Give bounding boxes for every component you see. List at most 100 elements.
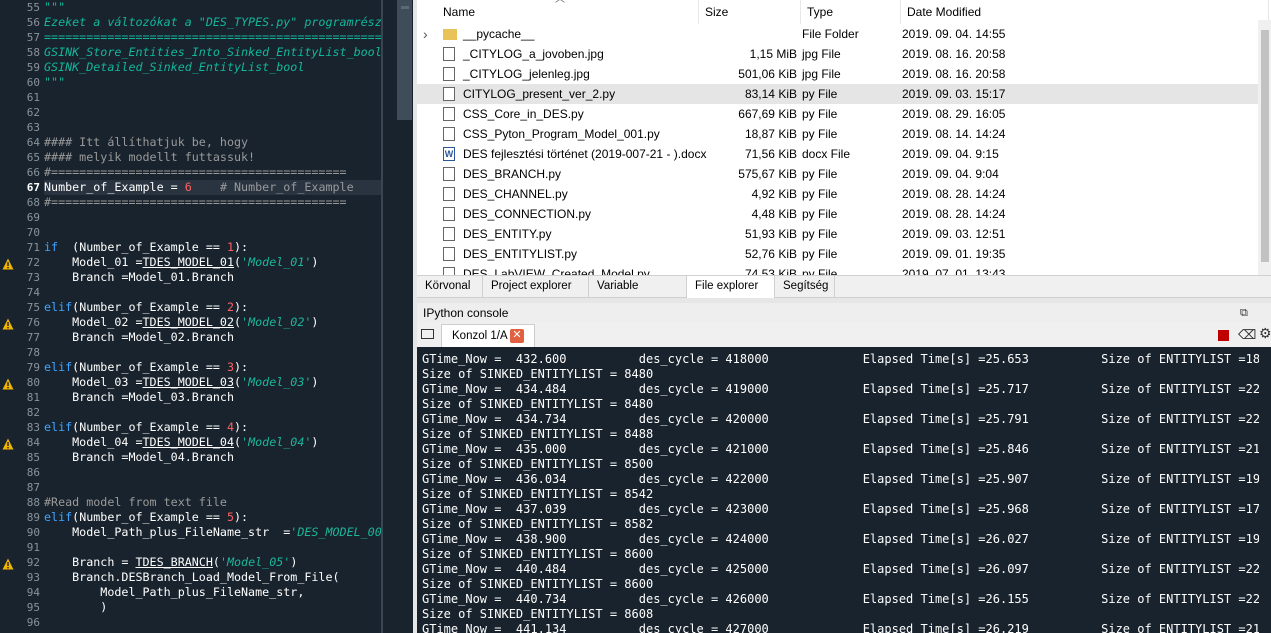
python-file-icon — [443, 127, 455, 141]
file-row[interactable]: DES_LabVIEW_Created_Model.py 74,53 KiB py … — [417, 264, 1269, 275]
file-row[interactable]: DES_CONNECTION.py 4,48 KiB py File 2019. 08… — [417, 204, 1269, 224]
code-line[interactable]: Branch =Model_04.Branch — [44, 450, 234, 465]
python-file-icon — [443, 107, 455, 121]
file-size: 4,48 KiB — [751, 207, 797, 221]
console-line: Size of SINKED_ENTITYLIST = 8582 — [422, 517, 654, 531]
code-line[interactable]: #Read model from text file — [44, 495, 227, 510]
file-row[interactable]: CSS_Pyton_Program_Model_001.py 18,87 KiB p… — [417, 124, 1269, 144]
code-line[interactable]: Branch = TDES_BRANCH('Model_05') — [44, 555, 297, 570]
code-line[interactable]: Model_01 =TDES_MODEL_01('Model_01') — [44, 255, 318, 270]
file-row[interactable]: DES_ENTITYLIST.py 52,76 KiB py File 2019. 0… — [417, 244, 1269, 264]
code-line[interactable]: Model_Path_plus_FileName_str, — [44, 585, 304, 600]
code-line[interactable]: Model_04 =TDES_MODEL_04('Model_04') — [44, 435, 318, 450]
file-row[interactable]: CSS_Core_in_DES.py 667,69 KiB py File 2019.… — [417, 104, 1269, 124]
code-token: GSINK_Store_Entities_Into_Sinked_EntityL… — [44, 45, 382, 59]
file-row[interactable]: DES_CHANNEL.py 4,92 KiB py File 2019. 08. 2… — [417, 184, 1269, 204]
code-line[interactable]: Model_Path_plus_FileName_str ='DES_MODEL… — [44, 525, 382, 540]
code-line[interactable]: elif(Number_of_Example == 5): — [44, 510, 248, 525]
expand-chevron-icon[interactable]: › — [423, 24, 428, 44]
explorer-scrollbar-thumb[interactable] — [1261, 30, 1269, 262]
code-token: #### Itt állíthatjuk be, hogy — [44, 135, 249, 149]
warning-icon[interactable] — [2, 317, 14, 330]
file-name: _CITYLOG_jelenleg.jpg — [463, 67, 590, 81]
console-tab[interactable]: Konzol 1/A ✕ — [441, 324, 535, 347]
code-token: if — [44, 240, 59, 254]
code-line[interactable]: Ezeket a változókat a "DES_TYPES.py" pro… — [44, 15, 382, 30]
file-type: py File — [802, 247, 838, 261]
code-line[interactable]: ========================================… — [44, 30, 410, 45]
code-token: (Number_of_Example == — [72, 300, 227, 314]
code-editor[interactable]: 55 56 57 58 59 60 61 62 63 64 65 66 67 68 69 70 71 72 73 74… — [0, 0, 413, 633]
image-file-icon — [443, 47, 455, 61]
pane-tab[interactable]: Körvonal — [417, 276, 483, 298]
warning-icon[interactable] — [2, 437, 14, 450]
stop-icon[interactable] — [1218, 330, 1229, 341]
gear-icon[interactable]: ⚙ — [1259, 325, 1271, 342]
console-tab-bar: Konzol 1/A ✕ ⌫ ⚙ — [417, 323, 1271, 347]
file-row[interactable]: CITYLOG_present_ver_2.py 83,14 KiB py File… — [417, 84, 1269, 104]
code-line[interactable]: """ — [44, 75, 65, 90]
code-line[interactable]: #### Itt állíthatjuk be, hogy — [44, 135, 248, 150]
file-row[interactable]: DES_BRANCH.py 575,67 KiB py File 2019. 09. … — [417, 164, 1269, 184]
console-output[interactable]: GTime_Now = 432.600 des_cycle = 418000 E… — [417, 347, 1271, 633]
warning-icon[interactable] — [2, 557, 14, 570]
code-line[interactable]: elif(Number_of_Example == 4): — [44, 420, 248, 435]
console-line: GTime_Now = 434.734 des_cycle = 420000 E… — [422, 412, 1268, 426]
pane-tab[interactable]: Variable explorer — [589, 276, 687, 313]
code-line[interactable]: #### melyik modellt futtassuk! — [44, 150, 255, 165]
warning-icon[interactable] — [2, 257, 14, 270]
pane-tab[interactable]: Project explorer — [483, 276, 589, 298]
code-line[interactable]: """ — [44, 0, 65, 15]
code-token: ) — [311, 375, 319, 389]
code-line[interactable]: GSINK_Detailed_Sinked_EntityList_bool — [44, 60, 304, 75]
console-scrollbar[interactable] — [1259, 347, 1271, 633]
code-token: Branch = — [44, 555, 136, 569]
code-token: TDES_MODEL_04 — [142, 435, 234, 449]
column-header-type[interactable]: Type — [801, 0, 901, 24]
warning-icon[interactable] — [2, 377, 14, 390]
ipython-console-title: IPython console — [423, 306, 509, 320]
file-name: DES_CHANNEL.py — [463, 187, 568, 201]
code-line[interactable]: Branch =Model_03.Branch — [44, 390, 234, 405]
pane-tab-bar: KörvonalProject explorerVariable explore… — [417, 275, 1271, 313]
line-number: 74 — [26, 286, 40, 299]
open-folder-icon[interactable] — [421, 329, 434, 339]
file-row[interactable]: W DES fejlesztési történet (2019-007-21 -… — [417, 144, 1269, 164]
file-row[interactable]: _CITYLOG_jelenleg.jpg 501,06 KiB jpg File 2… — [417, 64, 1269, 84]
console-line: GTime_Now = 432.600 des_cycle = 418000 E… — [422, 352, 1268, 366]
file-size: 1,15 MiB — [749, 47, 797, 61]
code-line[interactable]: elif(Number_of_Example == 2): — [44, 300, 248, 315]
editor-scrollbar-thumb[interactable] — [397, 0, 412, 120]
file-row[interactable]: _CITYLOG_a_jovoben.jpg 1,15 MiB jpg File 20… — [417, 44, 1269, 64]
column-header-name[interactable]: Name ︿ — [437, 0, 699, 24]
code-line[interactable]: elif(Number_of_Example == 3): — [44, 360, 248, 375]
close-tab-icon[interactable]: ✕ — [510, 329, 524, 343]
code-token: Branch =Model_01.Branch — [44, 270, 234, 284]
code-token: Model_02 = — [44, 315, 143, 329]
clear-console-icon[interactable]: ⌫ — [1238, 327, 1256, 343]
code-line[interactable]: ) — [44, 600, 107, 615]
code-token: elif — [44, 420, 73, 434]
column-header-date[interactable]: Date Modified — [901, 0, 1269, 24]
console-line: GTime_Now = 435.000 des_cycle = 421000 E… — [422, 442, 1268, 456]
file-row[interactable]: DES_ENTITY.py 51,93 KiB py File 2019. 09. 0… — [417, 224, 1269, 244]
file-name: _CITYLOG_a_jovoben.jpg — [463, 47, 604, 61]
code-line[interactable]: GSINK_Store_Entities_Into_Sinked_EntityL… — [44, 45, 382, 60]
code-line[interactable]: #=======================================… — [44, 165, 347, 180]
code-line[interactable]: Model_02 =TDES_MODEL_02('Model_02') — [44, 315, 318, 330]
code-token: ========================================… — [44, 30, 410, 44]
code-line[interactable]: Branch.DESBranch_Load_Model_From_File( — [44, 570, 339, 585]
pane-tab[interactable]: File explorer — [687, 276, 775, 299]
code-line[interactable]: Model_03 =TDES_MODEL_03('Model_03') — [44, 375, 318, 390]
code-line[interactable]: Branch =Model_01.Branch — [44, 270, 234, 285]
code-token: Branch =Model_02.Branch — [44, 330, 234, 344]
code-line[interactable]: Number_of_Example = 6 # Number_of_Exampl… — [44, 180, 381, 195]
pane-tab[interactable]: Segítség — [775, 276, 835, 298]
code-line[interactable]: Branch =Model_02.Branch — [44, 330, 234, 345]
column-header-size[interactable]: Size — [699, 0, 801, 24]
line-number: 94 — [26, 586, 40, 599]
file-row[interactable]: › __pycache__ File Folder 2019. 09. 04. 14:… — [417, 24, 1269, 44]
code-line[interactable]: #=======================================… — [44, 195, 347, 210]
code-line[interactable]: if (Number_of_Example == 1): — [44, 240, 248, 255]
line-number: 64 — [26, 136, 40, 149]
